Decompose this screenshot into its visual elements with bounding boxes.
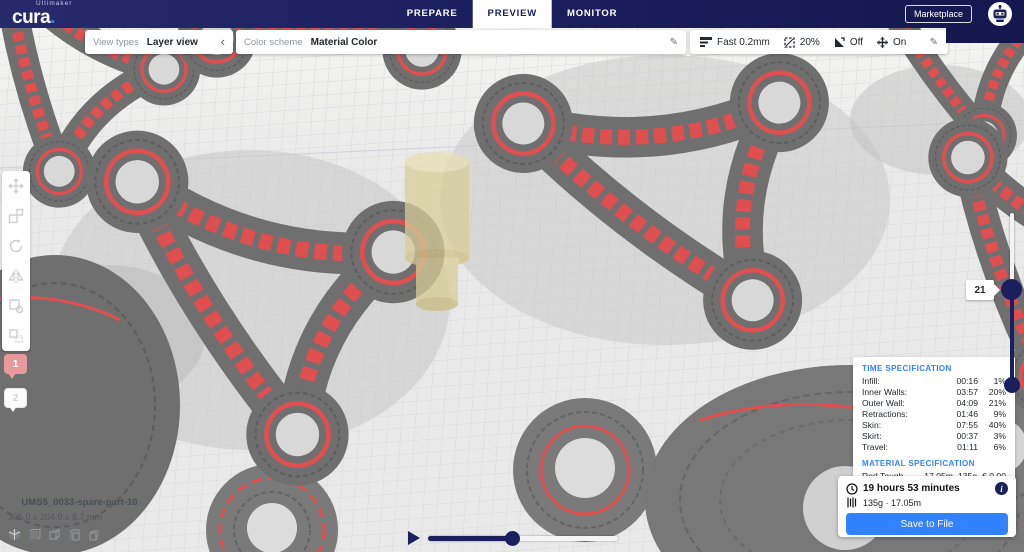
time-spec-row: Retractions:01:469% — [862, 409, 1006, 420]
view-types-label: View types — [93, 37, 139, 48]
material-spec-title: MATERIAL SPECIFICATION — [862, 459, 1006, 468]
simulation-slider-track[interactable] — [428, 536, 618, 541]
header-corner-block — [946, 28, 1024, 43]
view-top-icon[interactable] — [48, 528, 61, 541]
cura-name-label: cura — [12, 7, 50, 28]
color-scheme-selector[interactable]: Color scheme Material Color ✎ — [236, 30, 686, 54]
per-model-settings-icon — [8, 298, 24, 314]
view-left-icon[interactable] — [68, 528, 81, 541]
material-usage-value: 135g · 17.05m — [863, 498, 921, 508]
clock-icon — [846, 483, 858, 495]
move-tool-button[interactable] — [2, 171, 30, 201]
edit-pencil-icon[interactable]: ✎ — [670, 37, 678, 48]
simulation-slider-progress — [428, 536, 513, 541]
model-name: UMS5_0033-spare-part-10 — [21, 497, 137, 508]
scale-icon — [8, 208, 24, 224]
mirror-icon — [8, 268, 24, 284]
support-icon — [834, 37, 845, 48]
view-3d-icon[interactable] — [8, 528, 21, 541]
chevron-left-icon[interactable]: ‹ — [221, 37, 225, 47]
profile-value: Fast 0.2mm — [717, 37, 770, 48]
spool-icon — [846, 497, 858, 508]
support-blocker-button[interactable] — [2, 321, 30, 351]
support-blocker-icon — [8, 328, 24, 344]
robot-avatar-icon — [990, 4, 1010, 24]
infill-setting[interactable]: 20% — [784, 37, 820, 48]
layer-profile-icon — [700, 37, 712, 47]
cura-logo-dot: . — [50, 7, 55, 28]
save-to-file-button[interactable]: Save to File — [846, 513, 1008, 535]
time-spec-row: Travel:01:116% — [862, 442, 1006, 453]
current-layer-badge: 21 — [966, 280, 994, 300]
per-model-settings-button[interactable] — [2, 291, 30, 321]
account-avatar[interactable] — [988, 2, 1012, 26]
marketplace-button[interactable]: Marketplace — [905, 5, 972, 23]
support-setting[interactable]: Off — [834, 37, 863, 48]
tab-preview[interactable]: PREVIEW — [473, 0, 552, 28]
time-spec-title: TIME SPECIFICATION — [862, 364, 1006, 373]
scale-tool-button[interactable] — [2, 201, 30, 231]
time-spec-row: Skin:07:5540% — [862, 420, 1006, 431]
time-spec-row: Infill:00:161% — [862, 376, 1006, 387]
adhesion-value: On — [893, 37, 906, 48]
layer-slider-bottom-handle[interactable] — [1004, 377, 1020, 393]
view-orientation-row — [8, 528, 138, 541]
layer-slider-handle[interactable] — [1001, 279, 1022, 300]
color-scheme-value: Material Color — [311, 37, 378, 48]
rotate-icon — [8, 238, 24, 254]
extruder-1-marker[interactable]: 1 — [4, 354, 27, 374]
edit-settings-pencil-icon[interactable]: ✎ — [930, 37, 938, 48]
infill-icon — [784, 37, 795, 48]
top-header: Ultimakercura. PREPARE PREVIEW MONITOR M… — [0, 0, 1024, 28]
adhesion-setting[interactable]: On — [877, 37, 906, 48]
model-name-row[interactable]: ✎ UMS5_0033-spare-part-10 — [8, 497, 138, 508]
infill-value: 20% — [800, 37, 820, 48]
view-types-selector[interactable]: View types Layer view ‹ — [85, 30, 233, 54]
model-info-block: ✎ UMS5_0033-spare-part-10 305.0 x 204.9 … — [8, 497, 138, 541]
view-right-icon[interactable] — [88, 528, 101, 541]
output-panel: 19 hours 53 minutes i 135g · 17.05m Save… — [838, 476, 1016, 537]
print-time-row: 19 hours 53 minutes i — [846, 482, 1008, 495]
color-scheme-label: Color scheme — [244, 37, 303, 48]
profile-setting[interactable]: Fast 0.2mm — [700, 37, 770, 48]
support-value: Off — [850, 37, 863, 48]
view-front-icon[interactable] — [28, 528, 41, 541]
model-dimensions: 305.0 x 204.9 x 8.7 mm — [8, 512, 138, 522]
rotate-tool-button[interactable] — [2, 231, 30, 261]
material-usage-row: 135g · 17.05m — [846, 497, 1008, 508]
print-time-value: 19 hours 53 minutes — [863, 483, 960, 494]
tab-monitor[interactable]: MONITOR — [552, 0, 632, 28]
layer-slider-track-lower[interactable] — [1010, 290, 1014, 384]
tab-prepare[interactable]: PREPARE — [392, 0, 473, 28]
time-spec-row: Skirt:00:373% — [862, 431, 1006, 442]
view-types-value: Layer view — [147, 37, 198, 48]
time-spec-row: Outer Wall:04:0921% — [862, 398, 1006, 409]
stage-tabs: PREPARE PREVIEW MONITOR — [392, 0, 633, 28]
left-tool-column — [2, 171, 30, 351]
simulation-play-button[interactable] — [408, 531, 420, 545]
time-spec-row: Inner Walls:03:5720% — [862, 387, 1006, 398]
adhesion-icon — [877, 37, 888, 48]
extruder-2-marker[interactable]: 2 — [4, 388, 27, 408]
cura-logo: Ultimakercura. — [12, 1, 72, 27]
move-icon — [8, 178, 24, 194]
rename-pencil-icon[interactable]: ✎ — [8, 497, 16, 508]
print-settings-summary[interactable]: Fast 0.2mm 20% Off On ✎ — [690, 30, 948, 54]
info-icon[interactable]: i — [995, 482, 1008, 495]
simulation-slider-handle[interactable] — [505, 531, 520, 546]
mirror-tool-button[interactable] — [2, 261, 30, 291]
